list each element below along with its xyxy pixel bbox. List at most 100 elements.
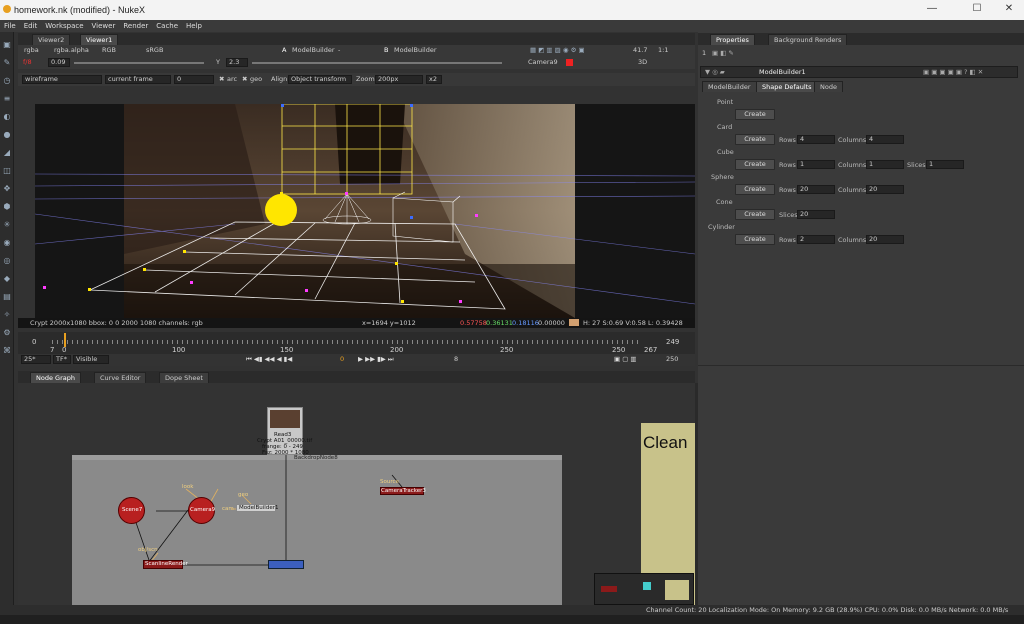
transform-tool-icon[interactable]: ✥ [2, 184, 12, 194]
draw-tool-icon[interactable]: ✎ [2, 58, 12, 68]
selected-node[interactable] [268, 560, 304, 569]
current-frame-field[interactable]: 0 [340, 355, 344, 364]
card-rows-field[interactable]: 4 [797, 135, 835, 144]
colorspace-select[interactable]: RGB [102, 46, 116, 55]
create-cylinder-button[interactable]: Create [735, 234, 775, 245]
minimize-button[interactable]: — [917, 3, 947, 17]
channel-tool-icon[interactable]: ≡ [2, 94, 12, 104]
tf-select[interactable]: TF* [53, 355, 71, 364]
filter-tool-icon[interactable]: ● [2, 130, 12, 140]
viewer-tool-icons[interactable]: ▦ ◩ ▥ ▨ ◉ ⚙ ▣ [530, 46, 585, 55]
tab-node-graph[interactable]: Node Graph [30, 372, 81, 383]
arc-checkbox-icon[interactable]: ✖ [219, 75, 224, 84]
menu-help[interactable]: Help [182, 20, 206, 32]
maximize-button[interactable]: ☐ [962, 3, 992, 17]
playback-mode-icons[interactable]: ▣ ▢ ▥ [614, 355, 637, 364]
tab-background-renders[interactable]: Background Renders [768, 34, 848, 45]
zoom-select[interactable]: 200px [375, 75, 423, 84]
visibility-select[interactable]: Visible [73, 355, 109, 364]
toolsets-tool-icon[interactable]: ▤ [2, 292, 12, 302]
gain-slider[interactable] [74, 62, 204, 64]
input-a-select[interactable]: ModelBuilder [292, 46, 335, 55]
other-tool-icon[interactable]: ✧ [2, 310, 12, 320]
image-tool-icon[interactable]: ▣ [2, 40, 12, 50]
viewer-canvas[interactable] [35, 104, 695, 318]
ratio-select[interactable]: 1:1 [658, 46, 668, 55]
cube-rows-field[interactable]: 1 [797, 160, 835, 169]
frame-mode-select[interactable]: current frame [105, 75, 171, 84]
step-field[interactable]: 8 [454, 355, 458, 364]
color-tool-icon[interactable]: ◐ [2, 112, 12, 122]
timeline-ruler[interactable] [52, 340, 642, 344]
sphere-rows-field[interactable]: 20 [797, 185, 835, 194]
3d-tool-icon[interactable]: ⬢ [2, 202, 12, 212]
node-header-actions-icons[interactable]: ▣ ▣ ▣ ▣ ▣ ? ◧ ✕ [923, 68, 983, 77]
plugins-tool-icon[interactable]: ⌘ [2, 346, 12, 356]
timeline[interactable]: 0 7 0 100 150 200 250 250 267 249 [18, 332, 695, 354]
input-a-op-select[interactable]: - [338, 46, 340, 55]
cylinder-columns-field[interactable]: 20 [866, 235, 904, 244]
tab-dope-sheet[interactable]: Dope Sheet [159, 372, 209, 383]
channels-select[interactable]: rgba [24, 46, 39, 55]
tab-shape-defaults[interactable]: Shape Defaults [756, 81, 818, 92]
sphere-columns-field[interactable]: 20 [866, 185, 904, 194]
node-graph[interactable]: BackdropNode8 Read3 Crypt A01_00000.tif … [18, 383, 695, 605]
view-mode-select[interactable]: 3D [638, 58, 647, 67]
cylinder-rows-field[interactable]: 2 [797, 235, 835, 244]
card-columns-field[interactable]: 4 [866, 135, 904, 144]
furnace-tool-icon[interactable]: ⚙ [2, 328, 12, 338]
camera-select[interactable]: Camera9 [528, 58, 558, 67]
menu-render[interactable]: Render [119, 20, 152, 32]
deep-tool-icon[interactable]: ◉ [2, 238, 12, 248]
zoom-level[interactable]: 41.7 [633, 46, 647, 55]
node-name-field[interactable]: ModelBuilder1 [759, 68, 806, 77]
cone-slices-field[interactable]: 20 [797, 210, 835, 219]
properties-count[interactable]: 1 [702, 49, 706, 58]
transport-forward-icons[interactable]: ▶ ▶▶ ▮▶ ⏭ [358, 355, 394, 364]
gain-field[interactable]: 0.09 [48, 58, 70, 67]
cube-columns-field[interactable]: 1 [866, 160, 904, 169]
playhead[interactable] [64, 333, 66, 347]
properties-toolbar-icons[interactable]: ▣ ◧ ✎ [712, 49, 734, 58]
fstop-label[interactable]: f/8 [23, 58, 32, 67]
align-select[interactable]: Object transform [288, 75, 352, 84]
display-mode-select[interactable]: wireframe [22, 75, 102, 84]
tab-viewer2[interactable]: Viewer2 [32, 34, 71, 45]
tab-modelbuilder[interactable]: ModelBuilder [702, 81, 757, 92]
create-cube-button[interactable]: Create [735, 159, 775, 170]
menu-edit[interactable]: Edit [20, 20, 42, 32]
create-sphere-button[interactable]: Create [735, 184, 775, 195]
record-icon[interactable] [566, 59, 573, 66]
metadata-tool-icon[interactable]: ◆ [2, 274, 12, 284]
create-cone-button[interactable]: Create [735, 209, 775, 220]
menu-cache[interactable]: Cache [152, 20, 182, 32]
navigator-minimap[interactable] [594, 573, 694, 605]
node-header-icons[interactable]: ▼ ◎ ▰ [705, 68, 725, 77]
geo-checkbox-icon[interactable]: ✖ [242, 75, 247, 84]
last-frame-field[interactable]: 250 [666, 355, 678, 364]
create-point-button[interactable]: Create [735, 109, 775, 120]
merge-tool-icon[interactable]: ◫ [2, 166, 12, 176]
gamma-field[interactable]: 2.3 [226, 58, 248, 67]
alpha-select[interactable]: rgba.alpha [54, 46, 89, 55]
frame-value-field[interactable]: 0 [174, 75, 214, 84]
transport-controls-icons[interactable]: ⏮ ◀▮ ◀◀ ◀ ▮◀ [246, 355, 292, 364]
close-button[interactable]: ✕ [994, 3, 1024, 17]
tab-viewer1[interactable]: Viewer1 [80, 34, 119, 45]
keyer-tool-icon[interactable]: ◢ [2, 148, 12, 158]
input-b-select[interactable]: ModelBuilder [394, 46, 437, 55]
gamma-slider[interactable] [252, 62, 502, 64]
particles-tool-icon[interactable]: ✳ [2, 220, 12, 230]
lut-select[interactable]: sRGB [146, 46, 163, 55]
tab-node[interactable]: Node [814, 81, 843, 92]
views-tool-icon[interactable]: ◎ [2, 256, 12, 266]
fps-select[interactable]: 25* [21, 355, 51, 364]
tab-properties[interactable]: Properties [710, 34, 755, 45]
time-tool-icon[interactable]: ◷ [2, 76, 12, 86]
menu-workspace[interactable]: Workspace [41, 20, 87, 32]
zoom-mult-select[interactable]: x2 [426, 75, 442, 84]
menu-viewer[interactable]: Viewer [88, 20, 120, 32]
create-card-button[interactable]: Create [735, 134, 775, 145]
cube-slices-field[interactable]: 1 [926, 160, 964, 169]
menu-file[interactable]: File [0, 20, 20, 32]
